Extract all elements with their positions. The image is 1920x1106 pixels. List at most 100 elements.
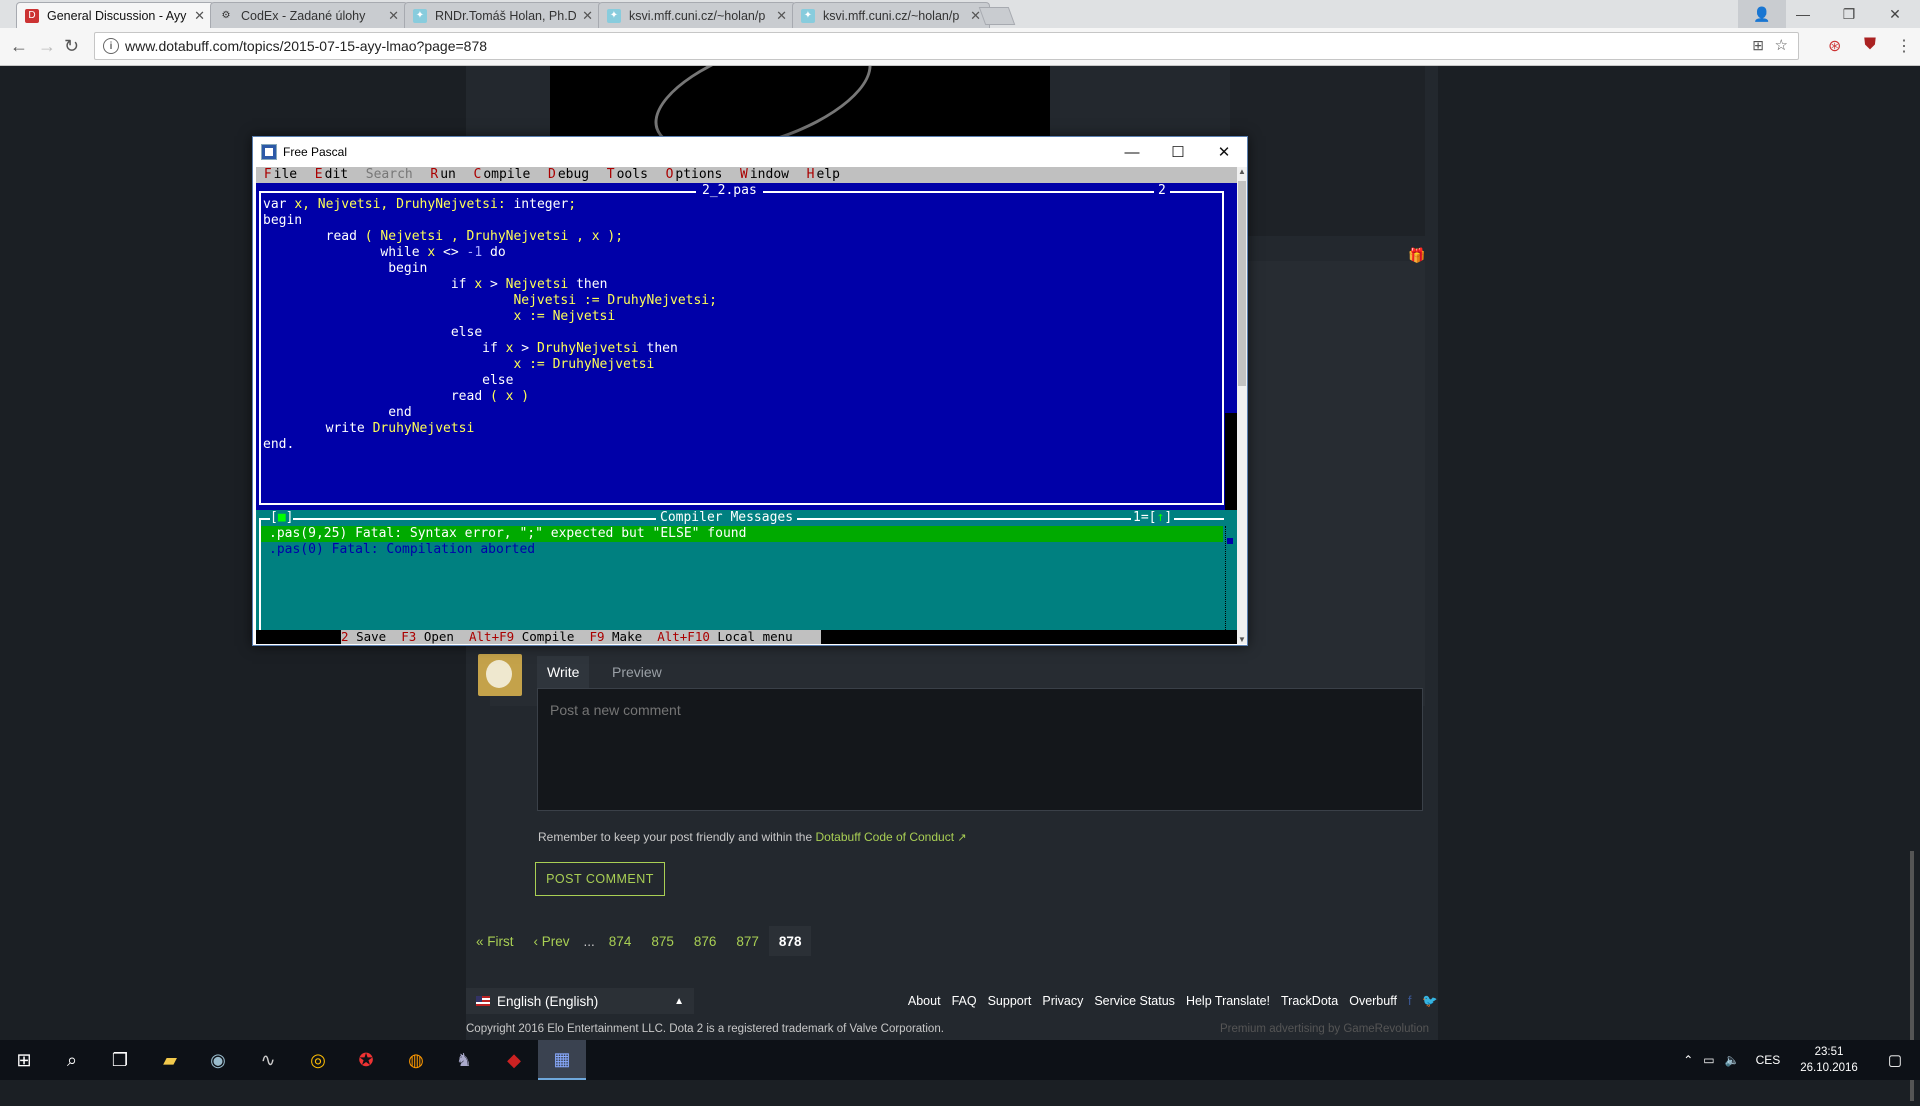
fp-title-bar[interactable]: Free Pascal — ☐ ✕ [253, 137, 1247, 167]
message-line[interactable]: .pas(0) Fatal: Compilation aborted [261, 542, 535, 558]
browser-tab-codex[interactable]: ⚙ CodEx - Zadané úlohy ✕ [210, 2, 408, 28]
menu-search[interactable]: Search [366, 167, 413, 182]
user-profile-icon[interactable]: 👤 [1738, 0, 1786, 28]
status-key-save[interactable]: 2 Save [341, 629, 386, 644]
input-language[interactable]: CES [1756, 1053, 1781, 1067]
adblock-icon[interactable]: ⛊ [1864, 36, 1876, 54]
page-first-link[interactable]: « First [466, 926, 524, 956]
network-icon[interactable]: ▭ [1703, 1053, 1714, 1067]
browser-tab-holan[interactable]: ✦ RNDr.Tomáš Holan, Ph.D. ✕ [404, 2, 602, 28]
comment-textarea[interactable] [537, 688, 1423, 811]
code-line[interactable]: write DruhyNejvetsi [263, 421, 717, 437]
scroll-down-icon[interactable]: ▼ [1238, 635, 1246, 644]
close-tab-icon[interactable]: ✕ [582, 8, 593, 24]
browser-tab-ksvi-2[interactable]: ✦ ksvi.mff.cuni.cz/~holan/p ✕ [792, 2, 990, 28]
translate-icon[interactable]: ⊞ [1752, 37, 1764, 54]
dota2-icon[interactable]: ◆ [490, 1040, 538, 1080]
menu-run[interactable]: Run [430, 167, 455, 182]
code-line[interactable]: end [263, 405, 717, 421]
new-tab-button[interactable] [978, 7, 1016, 25]
footer-link-service-status[interactable]: Service Status [1094, 994, 1175, 1008]
code-line[interactable]: var x, Nejvetsi, DruhyNejvetsi: integer; [263, 197, 717, 213]
page-link[interactable]: 874 [599, 926, 642, 956]
restore-icon[interactable]: ❐ [1826, 0, 1872, 28]
url-input[interactable]: i www.dotabuff.com/topics/2015-07-15-ayy… [94, 32, 1799, 60]
menu-icon[interactable]: ⋮ [1896, 36, 1912, 56]
browser-tab-ksvi-1[interactable]: ✦ ksvi.mff.cuni.cz/~holan/p ✕ [598, 2, 796, 28]
code-line[interactable]: read ( Nejvetsi , DruhyNejvetsi , x ); [263, 229, 717, 245]
code-line[interactable]: else [263, 325, 717, 341]
task-view-icon[interactable]: ❐ [96, 1040, 144, 1080]
footer-link-faq[interactable]: FAQ [952, 994, 977, 1008]
bookmark-star-icon[interactable]: ☆ [1775, 36, 1788, 54]
overwatch-icon[interactable]: ◍ [392, 1040, 440, 1080]
page-link[interactable]: 876 [684, 926, 727, 956]
code-line[interactable]: x := DruhyNejvetsi [263, 357, 717, 373]
footer-link-overbuff[interactable]: Overbuff [1349, 994, 1397, 1008]
menu-compile[interactable]: Compile [474, 167, 531, 182]
close-icon[interactable]: ✕ [1872, 0, 1918, 28]
chevron-up-icon[interactable]: ⌃ [1683, 1053, 1693, 1067]
message-line-error[interactable]: .pas(9,25) Fatal: Syntax error, ";" expe… [261, 526, 1223, 542]
code-line[interactable]: read ( x ) [263, 389, 717, 405]
code-editor[interactable]: 2_2.pas 2 var x, Nejvetsi, DruhyNejvetsi… [256, 183, 1237, 510]
free-pascal-taskbar-icon[interactable]: ▦ [538, 1040, 586, 1080]
twitter-icon[interactable]: 🐦 [1422, 994, 1438, 1009]
close-icon[interactable]: ✕ [1201, 137, 1247, 167]
code-line[interactable]: if x > DruhyNejvetsi then [263, 341, 717, 357]
minimize-icon[interactable]: — [1780, 0, 1826, 28]
steam-icon[interactable]: ◉ [194, 1040, 242, 1080]
code-line[interactable]: x := Nejvetsi [263, 309, 717, 325]
code-line[interactable]: begin [263, 213, 717, 229]
scroll-up-icon[interactable]: ▲ [1238, 167, 1246, 176]
code-of-conduct-link[interactable]: Dotabuff Code of Conduct [816, 830, 955, 844]
fp-window-scrollbar[interactable]: ▲ ▼ [1237, 167, 1247, 644]
tab-preview[interactable]: Preview [602, 656, 672, 688]
info-icon[interactable]: i [103, 38, 119, 54]
fp-scrollbar-thumb[interactable] [1238, 181, 1246, 386]
close-tab-icon[interactable]: ✕ [194, 8, 205, 24]
menu-edit[interactable]: Edit [315, 167, 348, 182]
code-line[interactable]: else [263, 373, 717, 389]
advert-text[interactable]: Premium advertising by GameRevolution [1220, 1023, 1429, 1035]
footer-link-support[interactable]: Support [988, 994, 1032, 1008]
chrome-icon[interactable]: ◎ [294, 1040, 342, 1080]
code-line[interactable]: while x <> -1 do [263, 245, 717, 261]
launcher-icon[interactable]: ♞ [440, 1040, 488, 1080]
notifications-icon[interactable]: ▢ [1888, 1051, 1902, 1069]
menu-options[interactable]: Options [666, 167, 723, 182]
code-line[interactable]: begin [263, 261, 717, 277]
editor-scrollbar[interactable] [1225, 413, 1237, 510]
messages-close-button[interactable]: [■] [270, 510, 294, 526]
clock[interactable]: 23:51 26.10.2016 [1800, 1044, 1858, 1076]
messages-scrollbar[interactable] [1225, 526, 1233, 630]
volume-icon[interactable]: 🔈 [1725, 1053, 1740, 1067]
footer-link-about[interactable]: About [908, 994, 941, 1008]
close-tab-icon[interactable]: ✕ [776, 8, 787, 24]
footer-link-trackdota[interactable]: TrackDota [1281, 994, 1338, 1008]
status-key-open[interactable]: F3 Open [401, 629, 454, 644]
menu-window[interactable]: Window [740, 167, 789, 182]
file-explorer-icon[interactable]: ▰ [146, 1040, 194, 1080]
code-line[interactable]: if x > Nejvetsi then [263, 277, 717, 293]
menu-file[interactable]: File [264, 167, 297, 182]
status-key-compile[interactable]: Alt+F9 Compile [469, 629, 574, 644]
status-key-local-menu[interactable]: Alt+F10 Local menu [657, 629, 792, 644]
back-arrow-icon[interactable]: ← [10, 36, 28, 57]
reload-icon[interactable]: ↻ [64, 36, 79, 57]
app-icon[interactable]: ∿ [244, 1040, 292, 1080]
code-line[interactable]: end. [263, 437, 717, 453]
post-comment-button[interactable]: POST COMMENT [535, 862, 665, 896]
tab-write[interactable]: Write [537, 656, 590, 688]
page-link[interactable]: 877 [726, 926, 769, 956]
extension-icon[interactable]: ⊛ [1828, 36, 1841, 56]
start-windows-icon[interactable]: ⊞ [0, 1040, 48, 1080]
gift-icon[interactable]: 🎁 [1408, 247, 1425, 264]
messages-window-number[interactable]: 1=[↑] [1131, 510, 1175, 526]
minimize-icon[interactable]: — [1109, 137, 1155, 167]
close-tab-icon[interactable]: ✕ [388, 8, 399, 24]
page-prev-link[interactable]: ‹ Prev [524, 926, 580, 956]
menu-debug[interactable]: Debug [548, 167, 589, 182]
menu-tools[interactable]: Tools [607, 167, 648, 182]
page-link[interactable]: 875 [641, 926, 684, 956]
